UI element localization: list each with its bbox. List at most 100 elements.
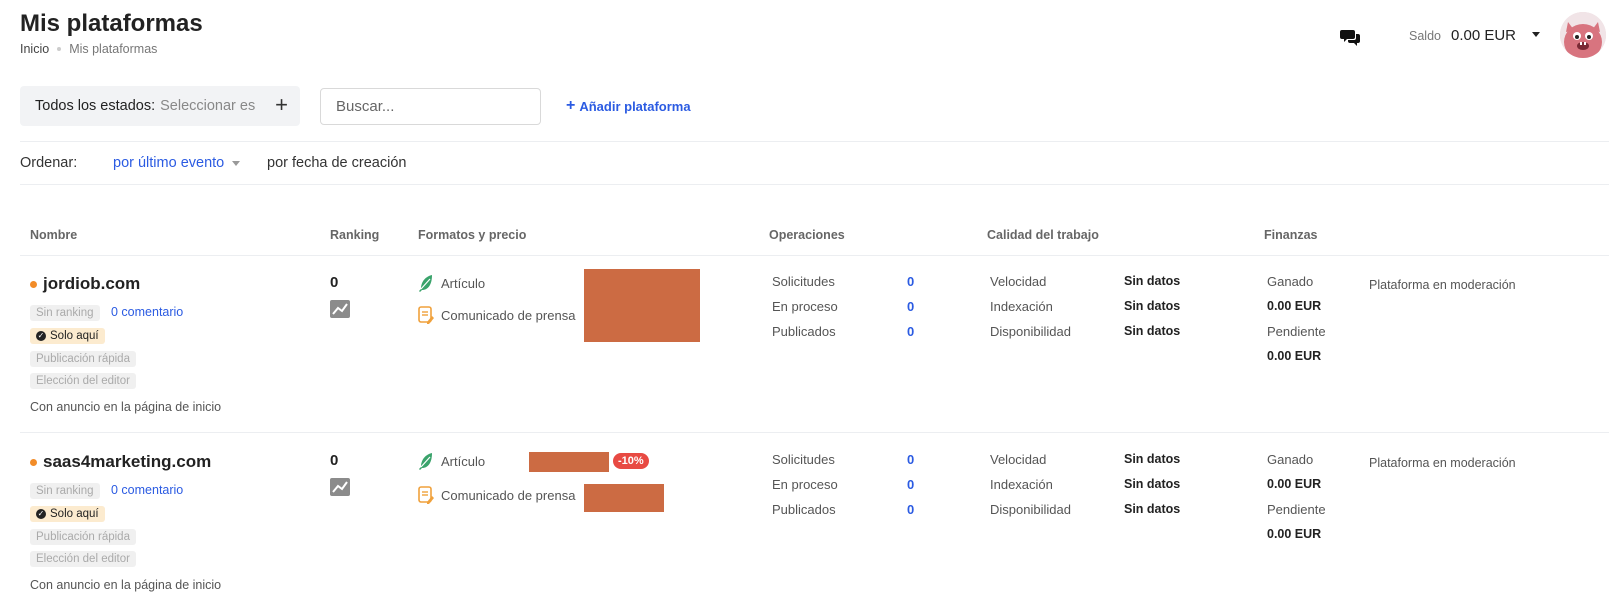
quality-label: Disponibilidad [990, 324, 1071, 339]
quality-value: Sin datos [1124, 502, 1181, 516]
quality-label: Velocidad [990, 274, 1047, 289]
check-icon: ✓ [36, 331, 46, 341]
platform-name-text: saas4marketing.com [43, 452, 212, 471]
balance-label: Saldo [1409, 29, 1441, 43]
format-press-release-label: Comunicado de prensa [441, 487, 576, 503]
badge-ranking: Sin ranking [30, 305, 100, 321]
feather-icon [419, 453, 432, 470]
press-release-icon [418, 306, 434, 324]
avatar[interactable] [1560, 12, 1606, 58]
column-header-finance: Finanzas [1264, 228, 1318, 242]
divider [20, 432, 1609, 433]
chat-icon[interactable] [1340, 28, 1360, 46]
op-value[interactable]: 0 [907, 274, 914, 289]
format-article: Artículo [418, 452, 485, 470]
finance-earned-value: 0.00 EUR [1267, 299, 1322, 313]
quality-value: Sin datos [1124, 452, 1181, 466]
quality-label: Indexación [990, 299, 1053, 314]
discount-badge: -10% [613, 453, 649, 469]
badge-ranking: Sin ranking [30, 483, 100, 499]
column-header-ranking: Ranking [330, 228, 380, 242]
sort-active-label: por último evento [113, 155, 225, 171]
column-header-operations: Operaciones [769, 228, 845, 242]
finance-pending-label: Pendiente [1267, 502, 1326, 517]
homepage-note: Con anuncio en la página de inicio [30, 400, 222, 414]
op-value[interactable]: 0 [907, 477, 914, 492]
platform-name-text: jordiob.com [43, 274, 141, 293]
column-header-formats: Formatos y precio [418, 228, 527, 242]
press-release-icon [418, 486, 434, 504]
column-header-name: Nombre [30, 228, 78, 242]
breadcrumb-home[interactable]: Inicio [20, 42, 49, 56]
sort-by-creation-date[interactable]: por fecha de creación [267, 155, 406, 171]
breadcrumb-separator [57, 47, 62, 51]
format-article-label: Artículo [441, 453, 486, 469]
finance-pending-value: 0.00 EUR [1267, 349, 1322, 363]
balance[interactable]: Saldo 0.00 EUR [1409, 27, 1541, 44]
finance-earned-value: 0.00 EUR [1267, 477, 1322, 491]
balance-value: 0.00 EUR [1450, 27, 1517, 44]
status-dot [30, 458, 37, 466]
quality-value: Sin datos [1124, 324, 1181, 338]
format-press-release-label: Comunicado de prensa [441, 307, 576, 323]
status-filter-value[interactable]: Seleccionar es [160, 98, 260, 114]
status-dot [30, 280, 37, 288]
page-title: Mis plataformas [20, 10, 203, 37]
badge-solo: ✓ Solo aquí [30, 328, 105, 344]
caret-down-icon [232, 160, 241, 166]
add-platform-label: Añadir plataforma [579, 98, 691, 114]
plus-icon: + [566, 97, 576, 114]
price-redacted [529, 452, 609, 472]
op-label: En proceso [772, 477, 838, 492]
op-label: Publicados [772, 324, 836, 339]
format-article-label: Artículo [441, 275, 486, 291]
platform-status: Plataforma en moderación [1369, 456, 1516, 470]
op-label: Solicitudes [772, 274, 835, 289]
op-label: En proceso [772, 299, 838, 314]
price-redacted [584, 484, 664, 512]
platform-status: Plataforma en moderación [1369, 278, 1516, 292]
quality-label: Indexación [990, 477, 1053, 492]
chart-icon[interactable] [330, 300, 350, 323]
op-value[interactable]: 0 [907, 299, 914, 314]
quality-value: Sin datos [1124, 274, 1181, 288]
search-input[interactable] [320, 88, 541, 125]
format-press-release: Comunicado de prensa [418, 306, 575, 324]
platform-name[interactable]: jordiob.com [30, 274, 140, 294]
divider [20, 141, 1609, 142]
op-value[interactable]: 0 [907, 502, 914, 517]
add-platform-button[interactable]: + Añadir plataforma [566, 97, 691, 115]
breadcrumb: Inicio Mis plataformas [20, 42, 157, 56]
chart-icon[interactable] [330, 478, 350, 501]
op-value[interactable]: 0 [907, 452, 914, 467]
badge-fast-publication: Publicación rápida [30, 351, 136, 367]
price-redacted [584, 269, 700, 342]
finance-earned-label: Ganado [1267, 274, 1314, 289]
divider [20, 184, 1609, 185]
op-label: Publicados [772, 502, 836, 517]
finance-pending-label: Pendiente [1267, 324, 1326, 339]
platform-name[interactable]: saas4marketing.com [30, 452, 211, 472]
op-label: Solicitudes [772, 452, 835, 467]
check-icon: ✓ [36, 509, 46, 519]
badge-solo-label: Solo aquí [50, 508, 99, 520]
quality-label: Disponibilidad [990, 502, 1071, 517]
op-value[interactable]: 0 [907, 324, 914, 339]
breadcrumb-current: Mis plataformas [69, 42, 158, 56]
status-filter[interactable]: Todos los estados: Seleccionar es + [20, 86, 300, 126]
badge-fast-publication: Publicación rápida [30, 529, 136, 545]
feather-icon [419, 275, 432, 292]
plus-icon[interactable]: + [275, 94, 288, 116]
divider [20, 255, 1609, 256]
homepage-note: Con anuncio en la página de inicio [30, 578, 222, 592]
badge-solo: ✓ Solo aquí [30, 506, 105, 522]
sort-by-last-event[interactable]: por último evento [113, 155, 241, 171]
badge-editor-choice: Elección del editor [30, 373, 136, 389]
badge-editor-choice: Elección del editor [30, 551, 136, 567]
comment-link[interactable]: 0 comentario [111, 483, 183, 497]
caret-down-icon[interactable] [1532, 32, 1541, 37]
badge-solo-label: Solo aquí [50, 330, 99, 342]
avatar-monster-icon [1560, 12, 1606, 58]
sort-label: Ordenar: [20, 155, 78, 171]
comment-link[interactable]: 0 comentario [111, 305, 183, 319]
